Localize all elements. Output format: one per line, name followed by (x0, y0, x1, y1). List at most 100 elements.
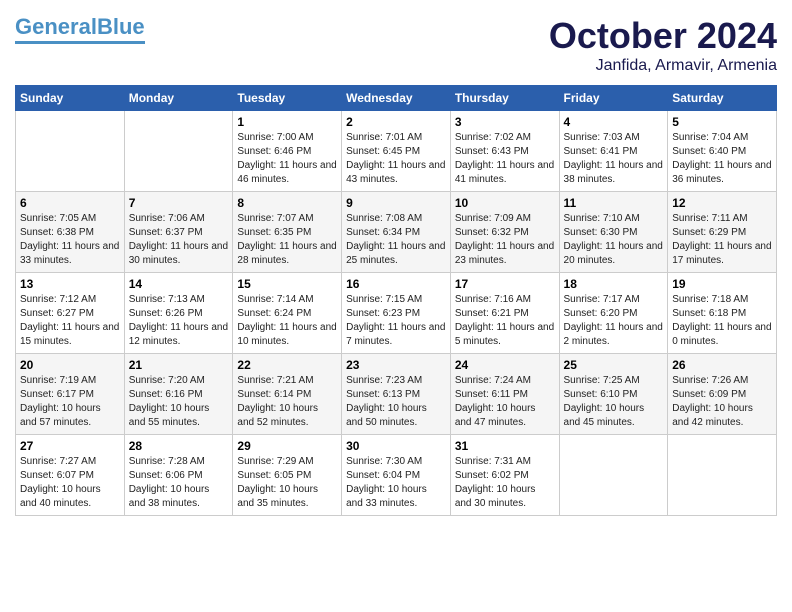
day-detail: Sunrise: 7:05 AM Sunset: 6:38 PM Dayligh… (20, 212, 120, 268)
day-number: 24 (455, 358, 555, 372)
day-number: 5 (672, 115, 772, 129)
calendar-cell: 24Sunrise: 7:24 AM Sunset: 6:11 PM Dayli… (450, 354, 559, 435)
day-number: 19 (672, 277, 772, 291)
day-detail: Sunrise: 7:13 AM Sunset: 6:26 PM Dayligh… (129, 293, 229, 349)
calendar-cell: 9 Sunrise: 7:08 AM Sunset: 6:34 PM Daylig… (342, 192, 451, 273)
day-number: 1 (237, 115, 337, 129)
day-number: 12 (672, 196, 772, 210)
day-of-week-header: Friday (559, 86, 668, 111)
day-detail: Sunrise: 7:16 AM Sunset: 6:21 PM Dayligh… (455, 293, 555, 349)
logo: GeneralBlue (15, 15, 145, 44)
logo-blue: Blue (97, 14, 145, 39)
logo-underline (15, 41, 145, 44)
calendar-cell: 1Sunrise: 7:00 AM Sunset: 6:46 PM Daylig… (233, 111, 342, 192)
day-of-week-header: Monday (124, 86, 233, 111)
calendar-cell: 11 Sunrise: 7:10 AM Sunset: 6:30 PM Dayli… (559, 192, 668, 273)
calendar-cell: 10Sunrise: 7:09 AM Sunset: 6:32 PM Dayli… (450, 192, 559, 273)
calendar-cell (124, 111, 233, 192)
calendar-week-row: 20 Sunrise: 7:19 AM Sunset: 6:17 PM Dayli… (16, 354, 777, 435)
day-number: 4 (564, 115, 664, 129)
day-number: 31 (455, 439, 555, 453)
day-detail: Sunrise: 7:29 AM Sunset: 6:05 PM Dayligh… (237, 455, 337, 511)
calendar-cell: 15Sunrise: 7:14 AM Sunset: 6:24 PM Dayli… (233, 273, 342, 354)
calendar-cell: 3 Sunrise: 7:02 AM Sunset: 6:43 PM Daylig… (450, 111, 559, 192)
day-detail: Sunrise: 7:09 AM Sunset: 6:32 PM Dayligh… (455, 212, 555, 268)
day-detail: Sunrise: 7:07 AM Sunset: 6:35 PM Dayligh… (237, 212, 337, 268)
day-detail: Sunrise: 7:28 AM Sunset: 6:06 PM Dayligh… (129, 455, 229, 511)
calendar-cell: 12 Sunrise: 7:11 AM Sunset: 6:29 PM Dayli… (668, 192, 777, 273)
day-number: 13 (20, 277, 120, 291)
day-detail: Sunrise: 7:17 AM Sunset: 6:20 PM Dayligh… (564, 293, 664, 349)
title-section: October 2024 Janfida, Armavir, Armenia (549, 15, 777, 75)
day-of-week-header: Sunday (16, 86, 125, 111)
day-number: 25 (564, 358, 664, 372)
day-number: 22 (237, 358, 337, 372)
day-number: 3 (455, 115, 555, 129)
calendar-cell: 13 Sunrise: 7:12 AM Sunset: 6:27 PM Dayli… (16, 273, 125, 354)
day-detail: Sunrise: 7:31 AM Sunset: 6:02 PM Dayligh… (455, 455, 555, 511)
day-number: 11 (564, 196, 664, 210)
calendar-cell (16, 111, 125, 192)
calendar-cell: 23Sunrise: 7:23 AM Sunset: 6:13 PM Dayli… (342, 354, 451, 435)
day-detail: Sunrise: 7:23 AM Sunset: 6:13 PM Dayligh… (346, 374, 446, 430)
calendar-cell: 28 Sunrise: 7:28 AM Sunset: 6:06 PM Dayli… (124, 435, 233, 516)
calendar-cell: 19 Sunrise: 7:18 AM Sunset: 6:18 PM Dayli… (668, 273, 777, 354)
calendar-cell: 6 Sunrise: 7:05 AM Sunset: 6:38 PM Daylig… (16, 192, 125, 273)
day-number: 16 (346, 277, 446, 291)
day-detail: Sunrise: 7:18 AM Sunset: 6:18 PM Dayligh… (672, 293, 772, 349)
calendar-cell: 29 Sunrise: 7:29 AM Sunset: 6:05 PM Dayli… (233, 435, 342, 516)
calendar-cell: 8 Sunrise: 7:07 AM Sunset: 6:35 PM Daylig… (233, 192, 342, 273)
logo-general: General (15, 14, 97, 39)
day-number: 15 (237, 277, 337, 291)
calendar-cell (668, 435, 777, 516)
calendar-cell: 21Sunrise: 7:20 AM Sunset: 6:16 PM Dayli… (124, 354, 233, 435)
day-detail: Sunrise: 7:06 AM Sunset: 6:37 PM Dayligh… (129, 212, 229, 268)
calendar-cell: 2Sunrise: 7:01 AM Sunset: 6:45 PM Daylig… (342, 111, 451, 192)
day-detail: Sunrise: 7:04 AM Sunset: 6:40 PM Dayligh… (672, 131, 772, 187)
calendar-cell: 26 Sunrise: 7:26 AM Sunset: 6:09 PM Dayli… (668, 354, 777, 435)
day-of-week-header: Thursday (450, 86, 559, 111)
day-number: 6 (20, 196, 120, 210)
calendar-cell: 30Sunrise: 7:30 AM Sunset: 6:04 PM Dayli… (342, 435, 451, 516)
day-detail: Sunrise: 7:21 AM Sunset: 6:14 PM Dayligh… (237, 374, 337, 430)
day-detail: Sunrise: 7:26 AM Sunset: 6:09 PM Dayligh… (672, 374, 772, 430)
calendar-cell: 7Sunrise: 7:06 AM Sunset: 6:37 PM Daylig… (124, 192, 233, 273)
day-detail: Sunrise: 7:10 AM Sunset: 6:30 PM Dayligh… (564, 212, 664, 268)
day-detail: Sunrise: 7:12 AM Sunset: 6:27 PM Dayligh… (20, 293, 120, 349)
day-detail: Sunrise: 7:27 AM Sunset: 6:07 PM Dayligh… (20, 455, 120, 511)
day-detail: Sunrise: 7:02 AM Sunset: 6:43 PM Dayligh… (455, 131, 555, 187)
calendar-cell: 20 Sunrise: 7:19 AM Sunset: 6:17 PM Dayli… (16, 354, 125, 435)
day-detail: Sunrise: 7:30 AM Sunset: 6:04 PM Dayligh… (346, 455, 446, 511)
day-number: 27 (20, 439, 120, 453)
calendar-cell: 14Sunrise: 7:13 AM Sunset: 6:26 PM Dayli… (124, 273, 233, 354)
day-detail: Sunrise: 7:08 AM Sunset: 6:34 PM Dayligh… (346, 212, 446, 268)
day-number: 28 (129, 439, 229, 453)
day-number: 20 (20, 358, 120, 372)
day-detail: Sunrise: 7:03 AM Sunset: 6:41 PM Dayligh… (564, 131, 664, 187)
calendar-header-row: SundayMondayTuesdayWednesdayThursdayFrid… (16, 86, 777, 111)
calendar-cell: 17 Sunrise: 7:16 AM Sunset: 6:21 PM Dayli… (450, 273, 559, 354)
calendar-cell: 31 Sunrise: 7:31 AM Sunset: 6:02 PM Dayli… (450, 435, 559, 516)
day-number: 26 (672, 358, 772, 372)
calendar-week-row: 13 Sunrise: 7:12 AM Sunset: 6:27 PM Dayli… (16, 273, 777, 354)
month-title: October 2024 (549, 15, 777, 57)
day-number: 9 (346, 196, 446, 210)
location-subtitle: Janfida, Armavir, Armenia (549, 57, 777, 75)
day-of-week-header: Saturday (668, 86, 777, 111)
page-header: GeneralBlue October 2024 Janfida, Armavi… (15, 15, 777, 75)
calendar-cell: 27 Sunrise: 7:27 AM Sunset: 6:07 PM Dayli… (16, 435, 125, 516)
logo-text: GeneralBlue (15, 15, 145, 39)
calendar-cell: 4 Sunrise: 7:03 AM Sunset: 6:41 PM Daylig… (559, 111, 668, 192)
day-detail: Sunrise: 7:11 AM Sunset: 6:29 PM Dayligh… (672, 212, 772, 268)
calendar-cell: 25Sunrise: 7:25 AM Sunset: 6:10 PM Dayli… (559, 354, 668, 435)
day-detail: Sunrise: 7:19 AM Sunset: 6:17 PM Dayligh… (20, 374, 120, 430)
day-detail: Sunrise: 7:20 AM Sunset: 6:16 PM Dayligh… (129, 374, 229, 430)
day-of-week-header: Tuesday (233, 86, 342, 111)
calendar-cell: 16Sunrise: 7:15 AM Sunset: 6:23 PM Dayli… (342, 273, 451, 354)
day-number: 17 (455, 277, 555, 291)
calendar-week-row: 6 Sunrise: 7:05 AM Sunset: 6:38 PM Daylig… (16, 192, 777, 273)
day-number: 8 (237, 196, 337, 210)
day-of-week-header: Wednesday (342, 86, 451, 111)
day-detail: Sunrise: 7:01 AM Sunset: 6:45 PM Dayligh… (346, 131, 446, 187)
day-number: 29 (237, 439, 337, 453)
